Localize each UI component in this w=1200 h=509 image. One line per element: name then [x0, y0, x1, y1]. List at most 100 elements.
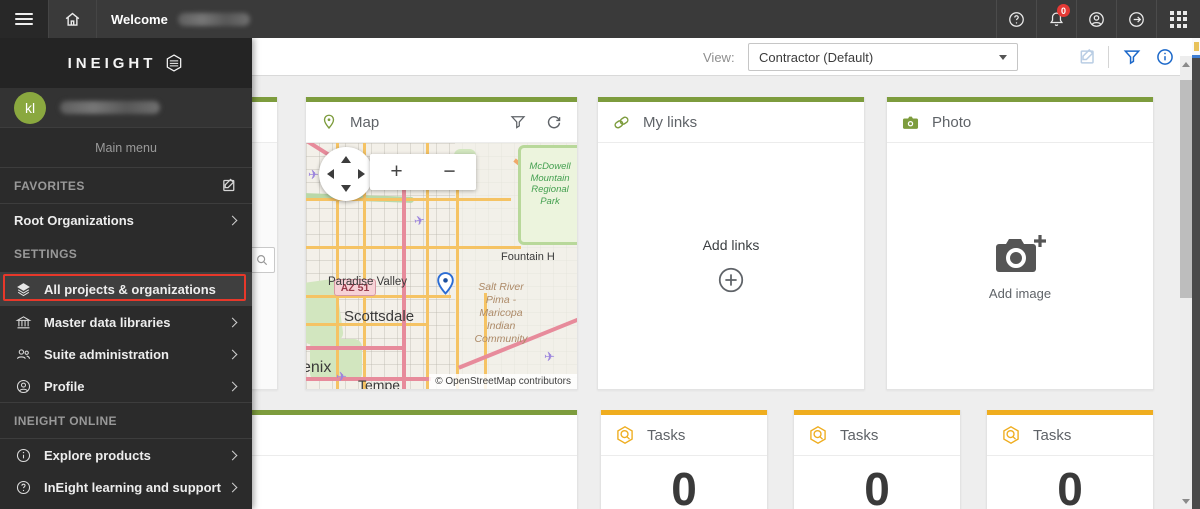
- scroll-down-button[interactable]: [1180, 493, 1192, 509]
- window-edge-fragment: [1192, 38, 1200, 58]
- help-button[interactable]: [996, 0, 1036, 38]
- chevron-right-icon: [227, 381, 238, 391]
- map-filter-icon[interactable]: [509, 113, 527, 131]
- sidebar-item-root-organizations[interactable]: Root Organizations: [0, 204, 252, 236]
- map-label-mcdowell: McDowell Mountain Regional Park: [529, 161, 571, 207]
- app-switcher-button[interactable]: [1156, 0, 1200, 38]
- map-label-salt-river: Salt River Pima - Maricopa Indian Commun…: [474, 281, 528, 345]
- sidebar-item-explore-products[interactable]: Explore products: [0, 439, 252, 471]
- bank-icon: [14, 314, 32, 331]
- notifications-badge: 0: [1057, 4, 1070, 17]
- link-icon: [614, 116, 629, 128]
- chevron-right-icon: [227, 317, 238, 327]
- edit-view-icon[interactable]: [1078, 47, 1098, 67]
- person-circle-icon: [14, 378, 32, 395]
- topbar-actions: 0: [996, 0, 1200, 38]
- waffle-grid-icon: [1170, 10, 1187, 28]
- user-row: kl: [0, 88, 252, 128]
- chevron-right-icon: [227, 215, 238, 225]
- map-label-fountain: Fountain H: [501, 251, 555, 263]
- chevron-right-icon: [227, 450, 238, 460]
- pan-left-icon: [327, 169, 334, 179]
- map-canvas[interactable]: McDowell Mountain Regional Park Fountain…: [306, 143, 577, 389]
- sidebar-item-ineight-learning-support[interactable]: InEight learning and support: [0, 471, 252, 503]
- avatar: kl: [14, 91, 46, 124]
- airport-icon: ✈: [544, 349, 555, 364]
- welcome-label: Welcome: [111, 11, 168, 27]
- launch-arrow-icon: [1129, 11, 1144, 27]
- tasks-icon: [617, 426, 633, 444]
- zoom-out-button[interactable]: −: [423, 154, 476, 190]
- arrow-down-icon: [1182, 498, 1190, 504]
- tasks-count: 0: [671, 463, 697, 509]
- filter-icon[interactable]: [1122, 47, 1142, 67]
- chevron-right-icon: [227, 482, 238, 492]
- redacted-user-name: [177, 12, 250, 26]
- tasks-title: Tasks: [1033, 426, 1072, 444]
- help-icon: [1009, 11, 1024, 27]
- notifications-button[interactable]: 0: [1036, 0, 1076, 38]
- toolbar-divider: [1108, 46, 1109, 68]
- map-label-tempe: Tempe: [358, 377, 401, 389]
- view-select-value: Contractor (Default): [759, 49, 874, 65]
- tasks-card-3: Tasks 0: [986, 410, 1154, 509]
- hamburger-icon: [15, 10, 33, 28]
- pan-right-icon: [358, 169, 365, 179]
- tasks-card-1: Tasks 0: [600, 410, 768, 509]
- map-pin-icon: [323, 114, 335, 130]
- sidebar-item-master-data-libraries[interactable]: Master data libraries: [0, 306, 252, 338]
- main-menu-label: Main menu: [0, 128, 252, 168]
- sidebar-item-suite-administration[interactable]: Suite administration: [0, 338, 252, 370]
- edit-favorites-icon[interactable]: [221, 177, 238, 194]
- map-label-paradise-valley: Paradise Valley: [328, 276, 408, 288]
- layers-icon: [14, 281, 32, 298]
- tasks-card-2: Tasks 0: [793, 410, 961, 509]
- pan-up-icon: [341, 156, 351, 163]
- ineight-logo-icon: [167, 54, 182, 72]
- add-links-label: Add links: [702, 237, 760, 253]
- zoom-in-button[interactable]: +: [370, 154, 423, 190]
- map-card-title: Map: [350, 113, 380, 131]
- account-button[interactable]: [1076, 0, 1116, 38]
- sidebar-section-settings: SETTINGS: [14, 247, 78, 261]
- sidebar-item-ineight-com[interactable]: InEight.com: [0, 503, 252, 509]
- tasks-count: 0: [864, 463, 890, 509]
- photo-card: Photo Add image: [886, 97, 1154, 390]
- person-icon: [1089, 11, 1104, 27]
- map-pan-control[interactable]: [319, 147, 373, 201]
- app-window: Welcome 0 View: Contractor (Default) Map…: [0, 0, 1200, 509]
- my-links-card: My links Add links: [597, 97, 865, 390]
- search-icon: [257, 255, 268, 266]
- info-icon[interactable]: [1155, 47, 1175, 67]
- map-attribution: © OpenStreetMap contributors: [429, 374, 577, 389]
- view-select-dropdown[interactable]: Contractor (Default): [748, 43, 1018, 71]
- map-card: Map McDowell Mountain Regional Park Foun…: [305, 97, 578, 390]
- view-label: View:: [703, 50, 735, 65]
- search-button[interactable]: [249, 247, 275, 273]
- people-icon: [14, 346, 32, 363]
- info-circle-icon: [14, 447, 32, 464]
- window-edge-strip: [1192, 38, 1200, 509]
- map-label-scottsdale: Scottsdale: [344, 308, 415, 325]
- sidebar-item-all-projects-organizations[interactable]: All projects & organizations: [0, 272, 252, 306]
- sidebar-section-ineight-online: INEIGHT ONLINE: [0, 403, 252, 439]
- add-links-button[interactable]: [716, 265, 746, 295]
- map-zoom-control: + −: [370, 154, 476, 190]
- tasks-icon: [810, 426, 826, 444]
- tasks-icon: [1003, 426, 1019, 444]
- sidebar-item-profile[interactable]: Profile: [0, 370, 252, 402]
- home-icon: [65, 12, 80, 26]
- scroll-up-button[interactable]: [1180, 56, 1192, 72]
- scrollbar-thumb[interactable]: [1180, 80, 1192, 298]
- airport-icon: ✈: [336, 369, 347, 384]
- top-app-bar: Welcome 0: [0, 0, 1200, 38]
- map-refresh-icon[interactable]: [545, 113, 563, 131]
- home-button[interactable]: [48, 0, 96, 38]
- add-photo-button[interactable]: [992, 232, 1048, 278]
- welcome-area: Welcome: [96, 0, 250, 38]
- airport-icon: ✈: [308, 167, 319, 182]
- help-circle-icon: [14, 479, 32, 496]
- hamburger-menu-button[interactable]: [0, 0, 48, 38]
- launch-button[interactable]: [1116, 0, 1156, 38]
- ineight-logo-text: INEIGHT: [67, 54, 157, 72]
